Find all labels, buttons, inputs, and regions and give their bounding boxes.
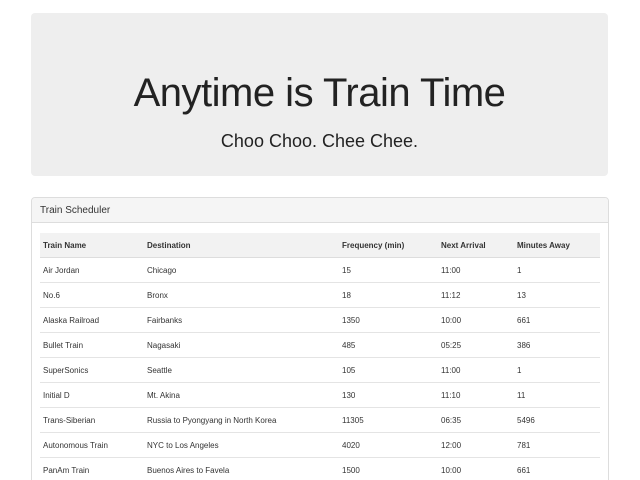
cell-destination: Russia to Pyongyang in North Korea bbox=[144, 407, 339, 433]
cell-next-arrival: 06:35 bbox=[438, 407, 514, 433]
cell-destination: NYC to Los Angeles bbox=[144, 432, 339, 458]
cell-train-name: Initial D bbox=[40, 382, 144, 408]
cell-next-arrival: 10:00 bbox=[438, 307, 514, 333]
cell-train-name: PanAm Train bbox=[40, 457, 144, 480]
cell-minutes-away: 661 bbox=[514, 307, 600, 333]
table-row: Air Jordan Chicago 15 11:00 1 bbox=[40, 257, 600, 283]
cell-minutes-away: 1 bbox=[514, 257, 600, 283]
cell-frequency: 485 bbox=[339, 332, 438, 358]
cell-minutes-away: 11 bbox=[514, 382, 600, 408]
table-row: No.6 Bronx 18 11:12 13 bbox=[40, 282, 600, 308]
cell-destination: Seattle bbox=[144, 357, 339, 383]
cell-minutes-away: 13 bbox=[514, 282, 600, 308]
cell-destination: Fairbanks bbox=[144, 307, 339, 333]
cell-next-arrival: 11:10 bbox=[438, 382, 514, 408]
train-table-header: Train Name Destination Frequency (min) N… bbox=[40, 233, 600, 258]
cell-next-arrival: 11:00 bbox=[438, 257, 514, 283]
table-row: Trans-Siberian Russia to Pyongyang in No… bbox=[40, 407, 600, 433]
cell-train-name: Air Jordan bbox=[40, 257, 144, 283]
cell-frequency: 4020 bbox=[339, 432, 438, 458]
cell-minutes-away: 781 bbox=[514, 432, 600, 458]
header-frequency: Frequency (min) bbox=[339, 233, 438, 258]
page-subtitle: Choo Choo. Chee Chee. bbox=[220, 131, 419, 151]
header-minutes-away: Minutes Away bbox=[514, 233, 600, 258]
cell-frequency: 11305 bbox=[339, 407, 438, 433]
cell-next-arrival: 11:12 bbox=[438, 282, 514, 308]
cell-next-arrival: 10:00 bbox=[438, 457, 514, 480]
cell-train-name: Autonomous Train bbox=[40, 432, 144, 458]
table-row: Initial D Mt. Akina 130 11:10 11 bbox=[40, 382, 600, 408]
jumbotron: Anytime is Train Time Choo Choo. Chee Ch… bbox=[31, 13, 608, 176]
header-row: Train Name Destination Frequency (min) N… bbox=[40, 233, 600, 258]
header-destination: Destination bbox=[144, 233, 339, 258]
cell-frequency: 130 bbox=[339, 382, 438, 408]
cell-minutes-away: 5496 bbox=[514, 407, 600, 433]
page: Anytime is Train Time Choo Choo. Chee Ch… bbox=[0, 0, 640, 480]
table-row: Bullet Train Nagasaki 485 05:25 386 bbox=[40, 332, 600, 358]
cell-train-name: Bullet Train bbox=[40, 332, 144, 358]
table-row: Autonomous Train NYC to Los Angeles 4020… bbox=[40, 432, 600, 458]
cell-destination: Mt. Akina bbox=[144, 382, 339, 408]
cell-minutes-away: 1 bbox=[514, 357, 600, 383]
table-row: PanAm Train Buenos Aires to Favela 1500 … bbox=[40, 457, 600, 480]
cell-destination: Buenos Aires to Favela bbox=[144, 457, 339, 480]
cell-next-arrival: 05:25 bbox=[438, 332, 514, 358]
train-table-wrapper: Train Name Destination Frequency (min) N… bbox=[40, 233, 600, 480]
panel-heading: Train Scheduler bbox=[32, 198, 608, 223]
train-scheduler-panel: Train Scheduler Train Name Destination F… bbox=[31, 197, 609, 480]
table-row: SuperSonics Seattle 105 11:00 1 bbox=[40, 357, 600, 383]
cell-train-name: Alaska Railroad bbox=[40, 307, 144, 333]
cell-destination: Bronx bbox=[144, 282, 339, 308]
cell-frequency: 1350 bbox=[339, 307, 438, 333]
cell-minutes-away: 661 bbox=[514, 457, 600, 480]
train-table-body: Air Jordan Chicago 15 11:00 1 No.6 Bronx… bbox=[40, 257, 600, 480]
cell-destination: Chicago bbox=[144, 257, 339, 283]
header-train-name: Train Name bbox=[40, 233, 144, 258]
cell-train-name: No.6 bbox=[40, 282, 144, 308]
table-row: Alaska Railroad Fairbanks 1350 10:00 661 bbox=[40, 307, 600, 333]
cell-frequency: 18 bbox=[339, 282, 438, 308]
cell-train-name: SuperSonics bbox=[40, 357, 144, 383]
cell-frequency: 15 bbox=[339, 257, 438, 283]
cell-frequency: 1500 bbox=[339, 457, 438, 480]
header-next-arrival: Next Arrival bbox=[438, 233, 514, 258]
cell-train-name: Trans-Siberian bbox=[40, 407, 144, 433]
cell-next-arrival: 12:00 bbox=[438, 432, 514, 458]
cell-next-arrival: 11:00 bbox=[438, 357, 514, 383]
cell-frequency: 105 bbox=[339, 357, 438, 383]
cell-destination: Nagasaki bbox=[144, 332, 339, 358]
cell-minutes-away: 386 bbox=[514, 332, 600, 358]
train-table: Train Name Destination Frequency (min) N… bbox=[40, 233, 600, 480]
page-title: Anytime is Train Time bbox=[133, 71, 506, 115]
